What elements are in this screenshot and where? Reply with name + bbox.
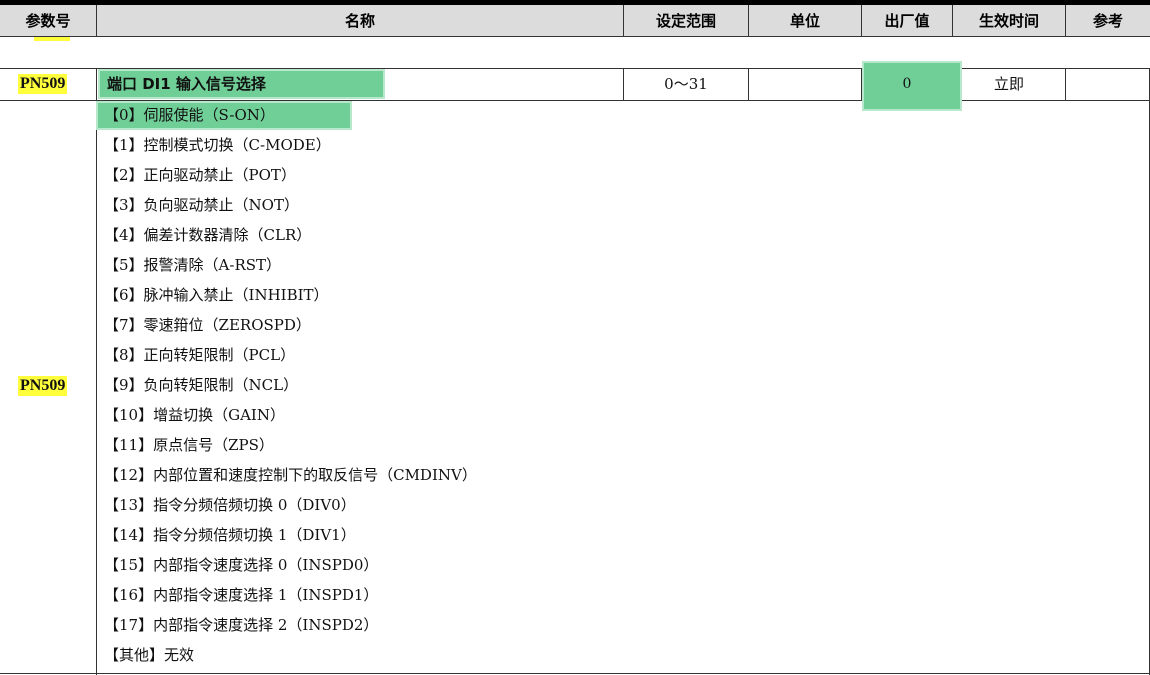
list-item: 【11】原点信号（ZPS）: [104, 436, 274, 454]
list-item: 【16】内部指令速度选择 1（INSPD1）: [104, 586, 379, 604]
list-item: 【1】控制模式切换（C-MODE）: [104, 136, 331, 154]
col-sep: [748, 68, 749, 100]
list-item: 【0】伺服使能（S-ON）: [104, 106, 275, 124]
table-header: 参数号 名称 设定范围 单位 出厂值 生效时间 参考: [0, 0, 1150, 37]
header-reference: 参考: [1092, 12, 1123, 30]
range-cell: 0～31: [664, 75, 708, 93]
col-sep: [623, 5, 624, 37]
default-cell: 0: [902, 76, 912, 92]
header-name: 名称: [344, 12, 375, 30]
col-sep: [96, 5, 97, 37]
header-divider: [0, 36, 1150, 37]
list-item: 【10】增益切换（GAIN）: [104, 406, 285, 424]
header-param-no: 参数号: [25, 12, 71, 30]
list-item: 【7】零速箝位（ZEROSPD）: [104, 316, 311, 334]
header-default: 出厂值: [884, 12, 930, 30]
list-item: 【13】指令分频倍频切换 0（DIV0）: [104, 496, 356, 514]
list-item: 【6】脉冲输入禁止（INHIBIT）: [104, 286, 329, 304]
table-bottom-line: [0, 673, 1150, 674]
col-sep: [1065, 5, 1066, 37]
list-item: 【12】内部位置和速度控制下的取反信号（CMDINV）: [104, 466, 477, 484]
header-range: 设定范围: [655, 12, 716, 30]
col-sep: [952, 5, 953, 37]
list-item: 【8】正向转矩限制（PCL）: [104, 346, 296, 364]
list-item: 【2】正向驱动禁止（POT）: [104, 166, 296, 184]
col-sep: [748, 5, 749, 37]
list-item: 【9】负向转矩限制（NCL）: [104, 376, 299, 394]
list-item: 【17】内部指令速度选择 2（INSPD2）: [104, 616, 379, 634]
highlight-sliver: [34, 37, 70, 41]
header-unit: 单位: [789, 12, 820, 30]
param-no-cell: PN509: [18, 74, 68, 94]
col-sep: [1065, 68, 1066, 100]
effect-time-cell: 立即: [993, 75, 1024, 93]
list-item: 【其他】无效: [104, 646, 195, 664]
options-param-no: PN509: [18, 376, 68, 396]
col-sep: [96, 68, 97, 675]
list-item: 【15】内部指令速度选择 0（INSPD0）: [104, 556, 379, 574]
list-item: 【5】报警清除（A-RST）: [104, 256, 282, 274]
list-item: 【4】偏差计数器清除（CLR）: [104, 226, 312, 244]
col-sep: [861, 5, 862, 37]
header-effect-time: 生效时间: [978, 12, 1039, 30]
list-item: 【14】指令分频倍频切换 1（DIV1）: [104, 526, 356, 544]
list-item: 【3】负向驱动禁止（NOT）: [104, 196, 299, 214]
param-name-cell: 端口 DI1 输入信号选择: [107, 75, 266, 93]
